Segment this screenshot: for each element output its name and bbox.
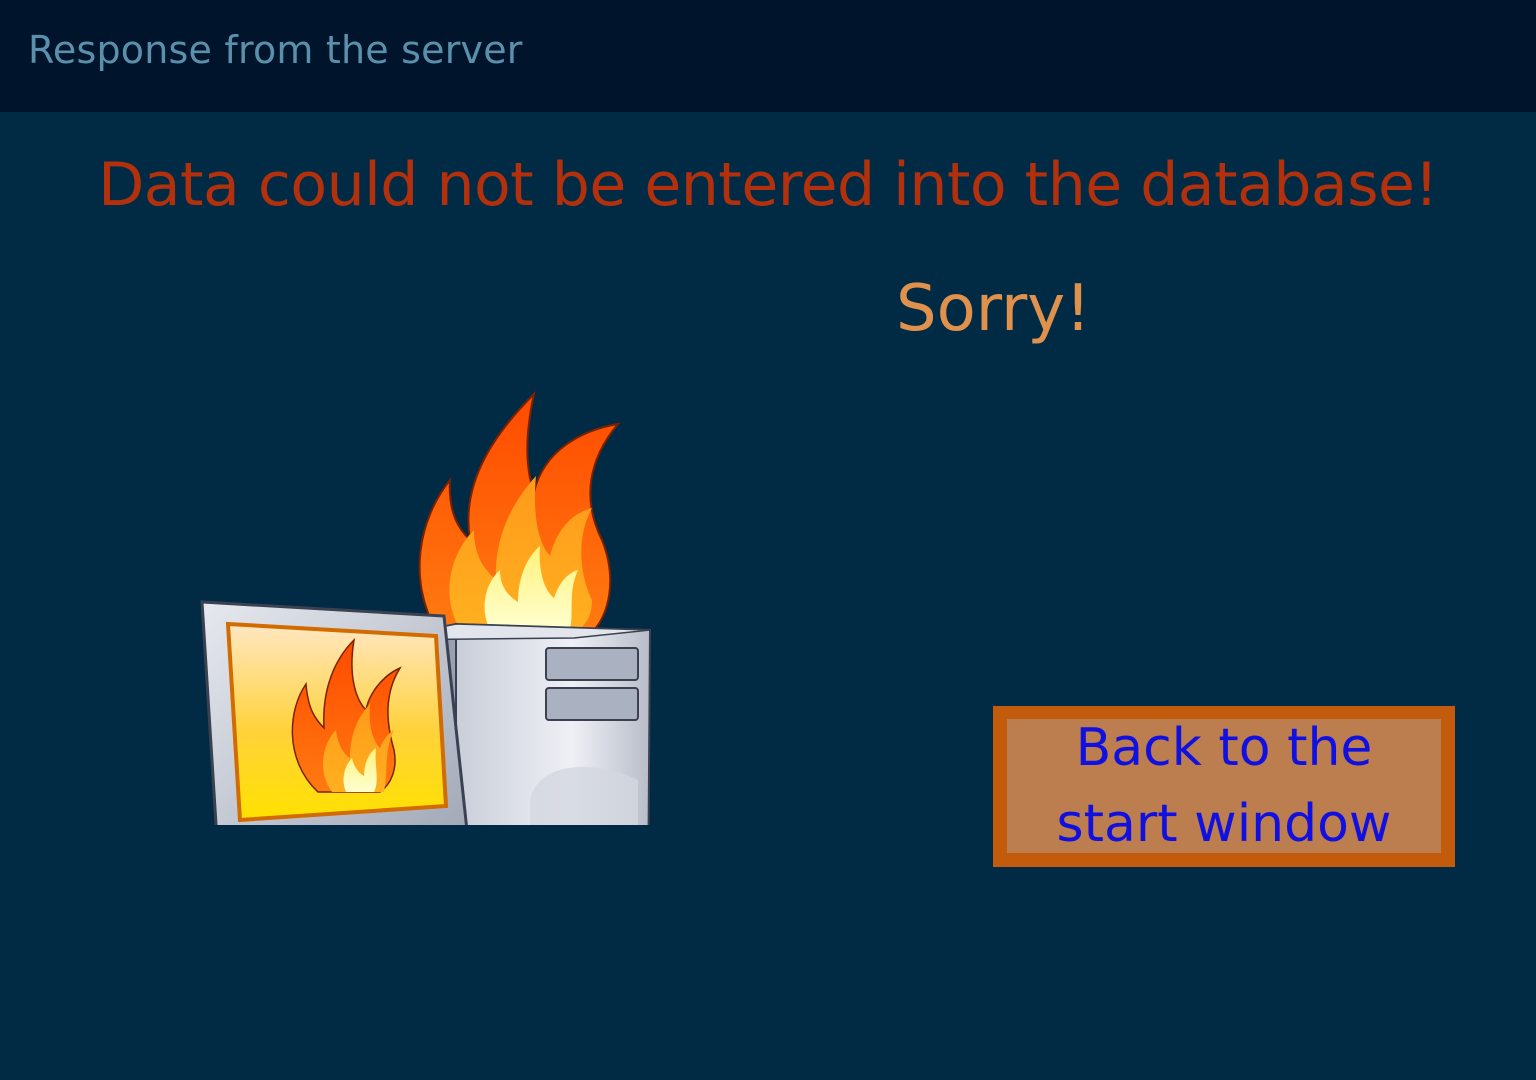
window-titlebar: Response from the server [0, 0, 1536, 112]
error-message: Data could not be entered into the datab… [98, 150, 1438, 220]
burning-computer-icon [198, 280, 668, 934]
back-button-label[interactable]: Back to the start window [1034, 710, 1414, 862]
apology-message: Sorry! [896, 272, 1091, 346]
window-title: Response from the server [28, 28, 523, 72]
back-to-start-button[interactable]: Back to the start window [993, 706, 1455, 867]
back-button-face[interactable]: Back to the start window [1007, 718, 1441, 854]
